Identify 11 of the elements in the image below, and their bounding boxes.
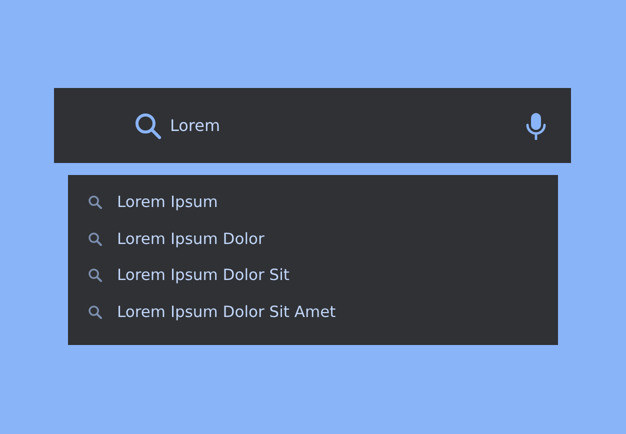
search-icon	[88, 304, 102, 319]
suggestion-item[interactable]: Lorem Ipsum Dolor	[68, 220, 558, 257]
search-icon	[88, 268, 102, 282]
search-field[interactable]: Lorem	[170, 114, 525, 138]
suggestion-item[interactable]: Lorem Ipsum Dolor Sit	[68, 257, 558, 294]
suggestion-item[interactable]: Lorem Ipsum	[68, 184, 558, 220]
search-icon	[88, 232, 102, 246]
search-icon	[88, 195, 102, 210]
search-icon	[134, 112, 162, 140]
microphone-icon[interactable]	[525, 112, 547, 140]
suggestion-item[interactable]: Lorem Ipsum Dolor Sit Amet	[68, 294, 558, 330]
